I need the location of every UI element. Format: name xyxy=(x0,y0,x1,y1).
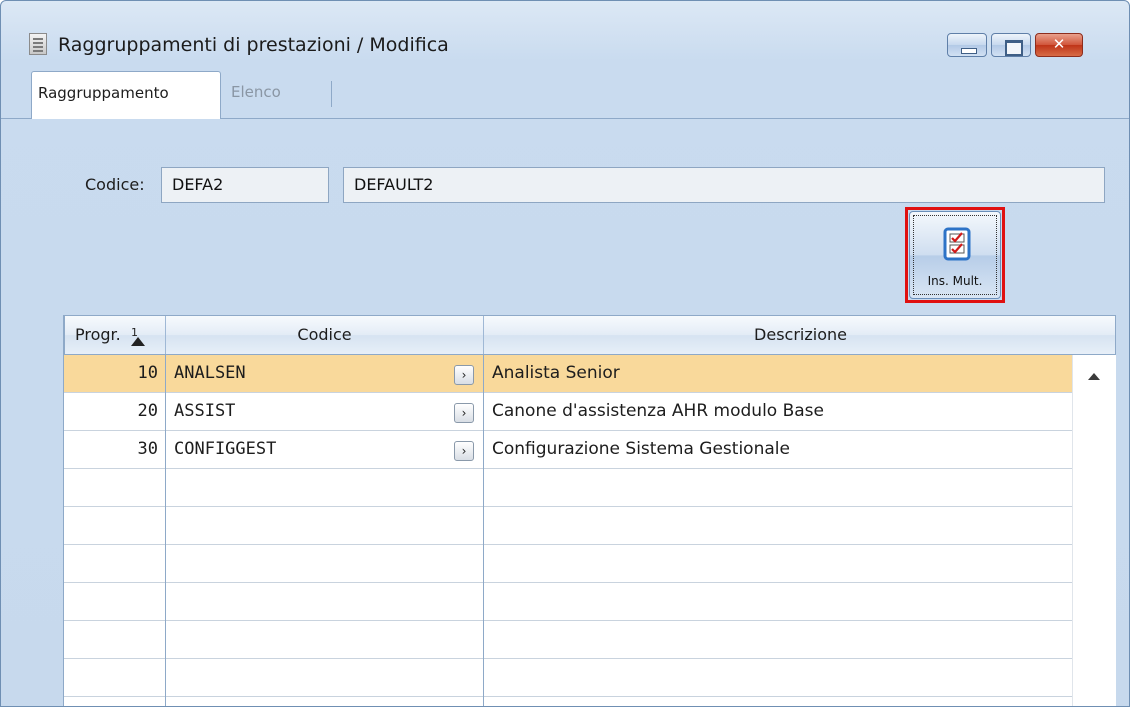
maximize-button[interactable] xyxy=(991,33,1031,57)
scroll-up-arrow-icon[interactable] xyxy=(1088,373,1100,380)
codice-field[interactable]: DEFA2 xyxy=(161,167,329,203)
main-window: Raggruppamenti di prestazioni / Modifica… xyxy=(0,0,1130,707)
zoom-button[interactable]: › xyxy=(454,441,474,461)
cell-descrizione[interactable]: Canone d'assistenza AHR modulo Base xyxy=(492,393,1072,431)
column-divider xyxy=(483,355,484,706)
table-row[interactable]: 10 ANALSEN › Analista Senior xyxy=(64,355,1116,393)
descrizione-field[interactable]: DEFAULT2 xyxy=(343,167,1105,203)
vertical-scrollbar[interactable] xyxy=(1072,355,1116,706)
column-header-progr[interactable]: Progr. 1 xyxy=(65,316,166,354)
column-header-descrizione[interactable]: Descrizione xyxy=(484,316,1117,354)
ins-mult-button[interactable]: Ins. Mult. xyxy=(909,211,1001,299)
sort-ascending-icon xyxy=(131,337,145,346)
minimize-button[interactable] xyxy=(947,33,987,57)
focus-rectangle: Ins. Mult. xyxy=(913,215,997,295)
empty-row[interactable] xyxy=(64,545,1116,583)
cell-codice[interactable]: ANALSEN xyxy=(174,355,444,393)
prestazioni-grid: Progr. 1 Codice Descrizione 10 ANALSEN ›… xyxy=(63,315,1116,706)
cell-progr[interactable]: 20 xyxy=(64,393,162,431)
window-title: Raggruppamenti di prestazioni / Modifica xyxy=(58,34,449,56)
zoom-button[interactable]: › xyxy=(454,403,474,423)
empty-row[interactable] xyxy=(64,583,1116,621)
cell-codice[interactable]: ASSIST xyxy=(174,393,444,431)
empty-row[interactable] xyxy=(64,621,1116,659)
table-row[interactable]: 30 CONFIGGEST › Configurazione Sistema G… xyxy=(64,431,1116,469)
empty-row[interactable] xyxy=(64,507,1116,545)
column-header-progr-label: Progr. xyxy=(75,325,121,344)
cell-descrizione[interactable]: Configurazione Sistema Gestionale xyxy=(492,431,1072,469)
empty-row[interactable] xyxy=(64,659,1116,697)
cell-progr[interactable]: 10 xyxy=(64,355,162,393)
cell-codice[interactable]: CONFIGGEST xyxy=(174,431,444,469)
table-row[interactable]: 20 ASSIST › Canone d'assistenza AHR modu… xyxy=(64,393,1116,431)
tab-elenco[interactable]: Elenco xyxy=(225,71,345,119)
tab-separator xyxy=(331,81,332,107)
column-divider xyxy=(165,355,166,706)
tab-raggruppamento[interactable]: Raggruppamento xyxy=(31,71,221,119)
ins-mult-label: Ins. Mult. xyxy=(927,274,983,288)
column-header-codice[interactable]: Codice xyxy=(166,316,484,354)
title-bar[interactable]: Raggruppamenti di prestazioni / Modifica xyxy=(1,1,1129,57)
cell-progr[interactable]: 30 xyxy=(64,431,162,469)
document-icon xyxy=(29,33,47,55)
grid-header: Progr. 1 Codice Descrizione xyxy=(64,315,1116,355)
close-button[interactable] xyxy=(1035,33,1083,57)
cell-descrizione[interactable]: Analista Senior xyxy=(492,355,1072,393)
checklist-icon xyxy=(943,227,971,261)
empty-row[interactable] xyxy=(64,469,1116,507)
zoom-button[interactable]: › xyxy=(454,365,474,385)
codice-label: Codice: xyxy=(85,175,145,194)
